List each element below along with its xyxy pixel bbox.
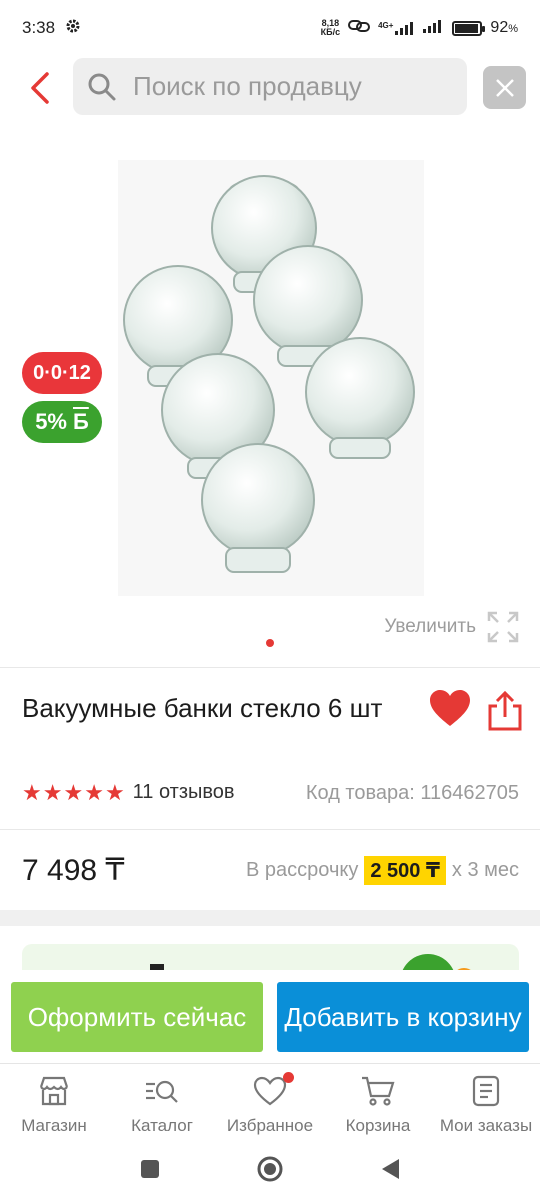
add-to-cart-button[interactable]: Добавить в корзину: [277, 982, 529, 1052]
square-icon: [141, 1160, 159, 1178]
rating-stars: ★ ★ ★ ★ ★: [22, 779, 125, 805]
action-bar: Оформить сейчас Добавить в корзину: [0, 970, 540, 1062]
gear-icon: [65, 18, 81, 39]
back-system-button[interactable]: [380, 1158, 400, 1185]
catalog-search-icon: [144, 1074, 180, 1108]
bonus-icon: Б: [72, 409, 89, 434]
zoom-label: Увеличить: [384, 616, 476, 637]
search-icon: [88, 73, 116, 100]
nav-item-shop[interactable]: Магазин: [0, 1064, 108, 1143]
installment-amount: 2 500 ₸: [364, 856, 446, 885]
home-circle-icon: [257, 1156, 283, 1182]
installment-info[interactable]: В рассрочку 2 500 ₸ x 3 мес: [246, 856, 519, 885]
star-icon: ★: [63, 779, 84, 805]
share-icon: [488, 690, 522, 731]
rating-row[interactable]: ★ ★ ★ ★ ★ 11 отзывов: [22, 781, 235, 804]
orders-icon: [468, 1074, 504, 1108]
recent-apps-button[interactable]: [140, 1159, 160, 1184]
star-icon: ★: [42, 779, 63, 805]
divider: [0, 667, 540, 668]
search-header: Поиск по продавцу: [0, 58, 540, 116]
nav-item-catalog[interactable]: Каталог: [108, 1064, 216, 1143]
installment-badge: 0·0·12: [22, 352, 102, 394]
bonus-badge: 5% Б: [22, 401, 102, 443]
divider: [0, 829, 540, 830]
shop-icon: [36, 1074, 72, 1108]
carousel-indicator[interactable]: [266, 639, 274, 647]
heart-filled-icon: [430, 690, 470, 726]
link-icon: [348, 19, 371, 38]
star-icon: ★: [84, 779, 104, 805]
star-icon: ★: [22, 779, 42, 805]
status-time: 3:38: [22, 18, 56, 37]
star-icon: ★: [104, 779, 125, 805]
expand-icon: [487, 611, 519, 643]
price: 7 498 ₸: [22, 854, 125, 887]
search-input[interactable]: Поиск по продавцу: [73, 58, 467, 115]
system-nav: [0, 1143, 540, 1200]
search-placeholder: Поиск по продавцу: [133, 71, 362, 101]
notification-dot: [283, 1072, 294, 1083]
triangle-back-icon: [382, 1159, 399, 1179]
share-button[interactable]: [487, 690, 523, 732]
favorite-button[interactable]: [428, 688, 472, 728]
close-button[interactable]: [483, 66, 526, 109]
home-button[interactable]: [256, 1155, 284, 1188]
nav-item-cart[interactable]: Корзина: [324, 1064, 432, 1143]
zoom-button[interactable]: Увеличить: [384, 610, 520, 644]
chevron-left-icon: [31, 72, 49, 104]
signal-4g-icon: 4G+: [378, 21, 414, 35]
signal-icon: [422, 19, 444, 38]
nav-item-orders[interactable]: Мои заказы: [432, 1064, 540, 1143]
close-icon: [495, 78, 514, 97]
bottom-nav: Магазин Каталог Избранное Корзина Мои за…: [0, 1063, 540, 1143]
status-bar: 3:38 8,18 КБ/с 4G+ 92%: [22, 18, 518, 39]
net-speed: 8,18 КБ/с: [320, 18, 341, 37]
buy-now-button[interactable]: Оформить сейчас: [11, 982, 263, 1052]
reviews-link[interactable]: 11 отзывов: [133, 781, 235, 804]
section-separator: [0, 910, 540, 926]
battery-percent: 92: [490, 19, 509, 36]
battery-icon: [452, 20, 486, 36]
product-image[interactable]: [118, 160, 424, 596]
cart-icon: [360, 1074, 396, 1108]
glass-cups-image: [123, 175, 415, 573]
product-code: Код товара: 116462705: [305, 782, 519, 804]
product-title: Вакуумные банки стекло 6 шт: [22, 693, 383, 723]
back-button[interactable]: [20, 68, 60, 108]
nav-item-favorites[interactable]: Избранное: [216, 1064, 324, 1143]
